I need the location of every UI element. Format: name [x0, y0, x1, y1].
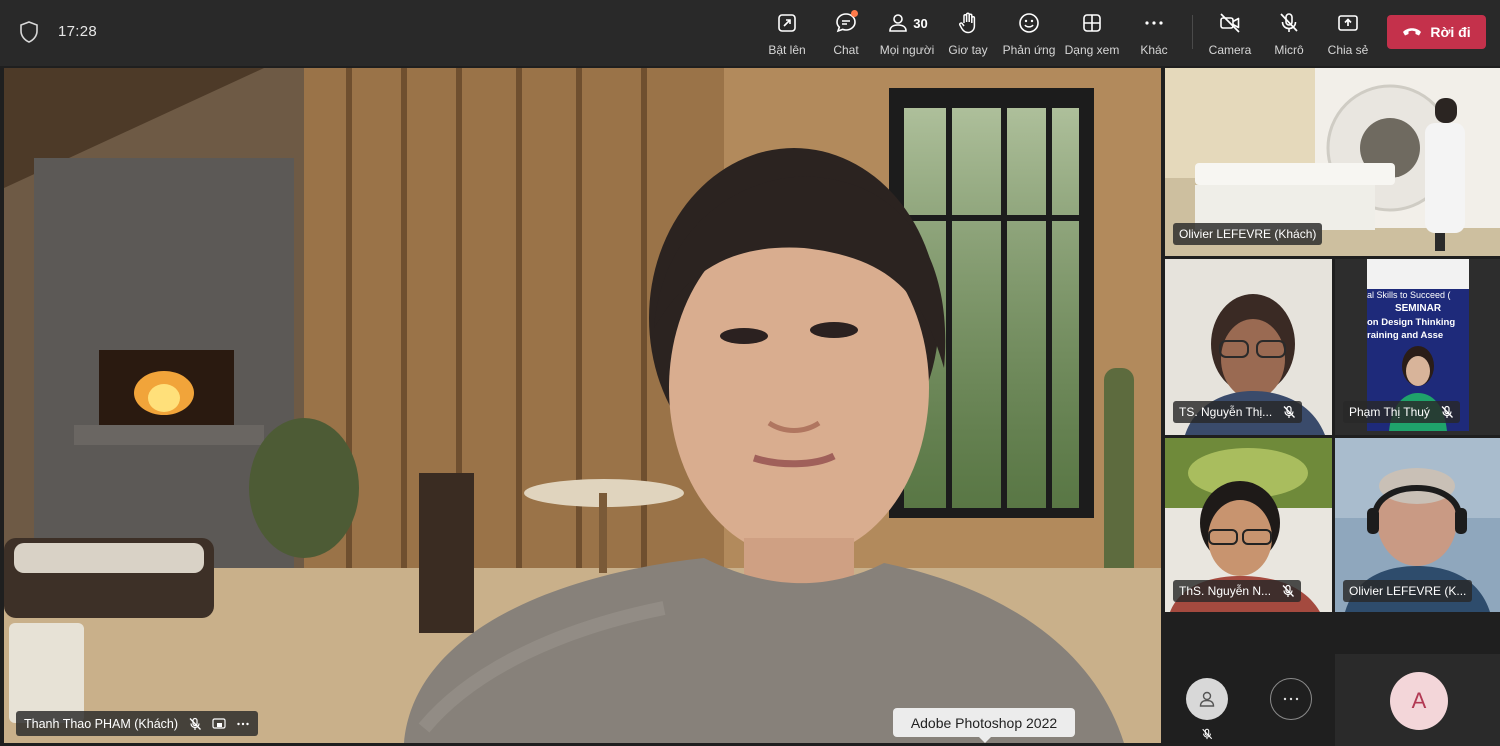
view-button[interactable]: Dạng xem — [1064, 10, 1120, 58]
shield-icon — [20, 21, 38, 43]
leave-label: Rời đi — [1430, 24, 1471, 40]
mic-muted-icon — [1283, 405, 1296, 418]
participant-tile[interactable]: ThS. Nguyễn N... — [1165, 438, 1332, 612]
tile-name-chip: Olivier LEFEVRE (Khách) — [1173, 223, 1323, 245]
more-participants-button[interactable] — [1270, 678, 1312, 720]
participant-count: 30 — [913, 15, 928, 31]
meeting-timer: 17:28 — [58, 23, 98, 40]
mic-muted-icon — [189, 717, 201, 730]
share-icon — [1338, 15, 1358, 31]
self-avatar: A — [1390, 672, 1448, 730]
reaction-icon — [1019, 13, 1039, 33]
more-button[interactable]: Khác — [1138, 10, 1170, 58]
tile-name-chip: ThS. Nguyễn N... — [1173, 580, 1302, 602]
self-preview-tile[interactable]: A — [1335, 654, 1500, 746]
camera-toggle-button[interactable]: Camera — [1207, 10, 1253, 58]
more-options-icon[interactable] — [236, 717, 250, 731]
slide-line: al Skills to Succeed ( — [1367, 290, 1451, 300]
people-icon — [889, 14, 908, 32]
reaction-button[interactable]: Phản ứng — [1001, 10, 1057, 58]
tile-name-chip: Phạm Thị Thuý — [1343, 401, 1460, 423]
participant-name: TS. Nguyễn Thị... — [1179, 405, 1273, 419]
participant-tile[interactable]: Olivier LEFEVRE (Khách) — [1165, 68, 1500, 256]
mic-muted-icon — [1282, 584, 1295, 597]
main-participant-name: Thanh Thao PHAM (Khách) — [24, 716, 179, 731]
view-label: Dạng xem — [1064, 43, 1120, 57]
share-label: Chia sẻ — [1327, 43, 1369, 57]
participant-tile[interactable]: al Skills to Succeed ( SEMINAR on Design… — [1335, 259, 1500, 435]
participant-tile[interactable]: TS. Nguyễn Thị... — [1165, 259, 1332, 435]
mic-muted-icon — [1441, 405, 1453, 418]
participant-name: Phạm Thị Thuý — [1349, 405, 1430, 419]
mic-label: Micrô — [1274, 43, 1304, 57]
toolbar-divider — [1192, 15, 1193, 49]
camera-label: Camera — [1208, 43, 1252, 57]
mic-muted-icon — [1202, 728, 1213, 740]
main-video-feed[interactable]: Thanh Thao PHAM (Khách) — [4, 68, 1161, 743]
people-button[interactable]: 30 Mọi người — [878, 10, 936, 58]
more-label: Khác — [1140, 43, 1168, 57]
pop-out-icon — [778, 14, 796, 32]
people-label: Mọi người — [879, 43, 935, 57]
hang-up-icon — [1403, 28, 1422, 36]
slide-header-band — [1367, 259, 1469, 289]
tile-name-chip: Olivier LEFEVRE (K... — [1343, 580, 1473, 602]
mic-toggle-button[interactable]: Micrô — [1272, 10, 1306, 58]
slide-line: raining and Asse — [1367, 330, 1444, 341]
view-icon — [1083, 14, 1101, 32]
slide-title: SEMINAR — [1394, 303, 1442, 314]
reaction-label: Phản ứng — [1002, 43, 1056, 57]
chat-label: Chat — [833, 43, 859, 57]
raise-hand-label: Giơ tay — [948, 43, 988, 57]
pop-out-label: Bật lên — [768, 43, 806, 57]
more-icon — [1145, 21, 1163, 25]
participant-tile-active-speaker[interactable]: Olivier LEFEVRE (K... — [1335, 438, 1500, 612]
share-button[interactable]: Chia sẻ — [1326, 10, 1370, 58]
meeting-toolbar: 17:28 Bật lên Chat 30 Mọi người Giơ tay … — [0, 0, 1500, 66]
tile-name-chip: TS. Nguyễn Thị... — [1173, 401, 1303, 423]
more-icon — [1283, 697, 1299, 701]
mic-off-icon — [1280, 13, 1298, 32]
person-icon — [1199, 691, 1215, 707]
participant-name: Olivier LEFEVRE (Khách) — [1179, 227, 1317, 241]
participant-name: Olivier LEFEVRE (K... — [1349, 584, 1467, 598]
participant-name: ThS. Nguyễn N... — [1179, 584, 1272, 598]
virtual-background-image — [4, 68, 1161, 743]
pop-out-button[interactable]: Bật lên — [766, 10, 808, 58]
main-participant-name-chip: Thanh Thao PHAM (Khách) — [16, 711, 259, 736]
app-tooltip: Adobe Photoshop 2022 — [893, 708, 1075, 743]
slide-line: on Design Thinking — [1367, 317, 1456, 328]
people-overflow-button[interactable] — [1186, 678, 1228, 720]
chat-button[interactable]: Chat — [830, 10, 862, 58]
chat-unread-dot — [851, 10, 858, 17]
leave-button[interactable]: Rời đi — [1387, 15, 1486, 49]
raise-hand-button[interactable]: Giơ tay — [947, 10, 989, 58]
raise-hand-icon — [959, 12, 976, 34]
camera-off-icon — [1220, 13, 1240, 33]
screen-share-icon — [212, 717, 226, 729]
